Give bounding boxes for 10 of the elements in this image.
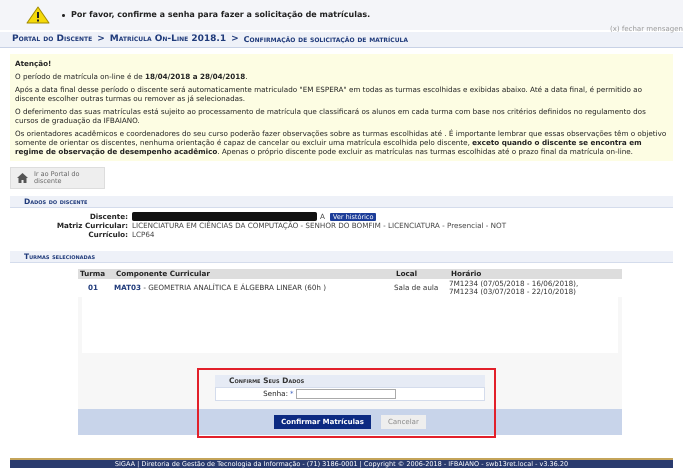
message-text: Por favor, confirme a senha para fazer a solicitação de matrículas. [71, 9, 370, 21]
breadcrumb-separator: > [231, 32, 239, 46]
breadcrumb-separator: > [97, 32, 105, 46]
warning-icon [26, 6, 50, 24]
password-field[interactable] [296, 389, 396, 399]
breadcrumb-item: Confirmação de solicitação de matrícula [244, 34, 408, 46]
breadcrumb-item[interactable]: Portal do Discente [12, 32, 92, 46]
bullet-icon [62, 14, 65, 16]
home-icon [17, 173, 28, 183]
breadcrumb-item[interactable]: Matrícula On-Line 2018.1 [110, 32, 226, 46]
